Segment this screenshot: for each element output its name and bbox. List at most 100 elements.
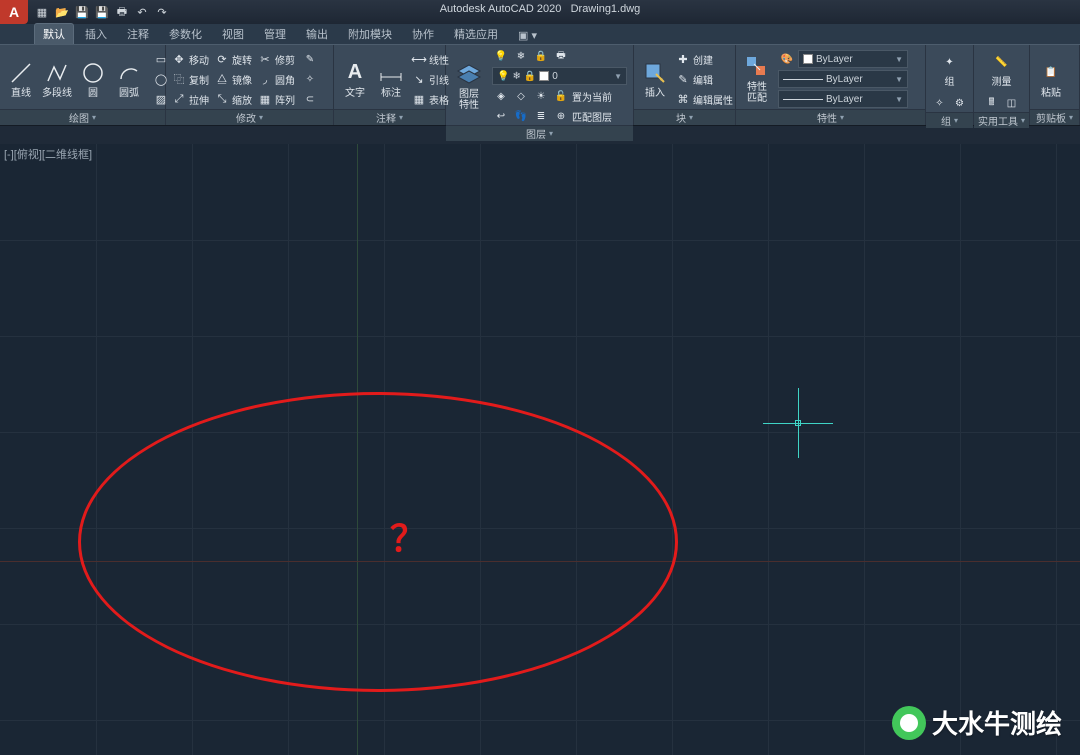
ribbon: 直线 多段线 圆 圆弧 ▭ ◯ ▨ 绘图 ✥移 — [0, 44, 1080, 126]
linear-icon: ⟷ — [412, 52, 426, 66]
color-combo[interactable]: ByLayer▼ — [798, 50, 908, 68]
polyline-button[interactable]: 多段线 — [42, 60, 72, 99]
layer-iso-icon[interactable]: ◈ — [492, 87, 510, 105]
copy-icon: ⿻ — [172, 72, 186, 86]
viewport-label[interactable]: [-][俯视][二维线框] — [4, 146, 92, 162]
fillet-button[interactable]: ◞圆角 — [258, 70, 295, 88]
layer-plot-icon[interactable]: 🖶 — [552, 47, 570, 65]
block-create-button[interactable]: ✚创建 — [676, 50, 733, 68]
trim-icon: ✂ — [258, 52, 272, 66]
layer-merge-icon[interactable]: ⊕ — [552, 107, 570, 125]
panel-props-title[interactable]: 特性 — [736, 109, 925, 125]
tab-view[interactable]: 视图 — [213, 23, 253, 44]
tab-default[interactable]: 默认 — [34, 23, 74, 44]
open-icon[interactable]: 📂 — [54, 4, 70, 20]
table-button[interactable]: ▦表格 — [412, 90, 449, 108]
panel-block-title[interactable]: 块 — [634, 109, 735, 125]
saveas-icon[interactable]: 💾 — [94, 4, 110, 20]
panel-modify-title[interactable]: 修改 — [166, 109, 333, 125]
plot-icon[interactable]: 🖶 — [114, 4, 130, 20]
layers-icon — [456, 61, 482, 87]
create-icon: ✚ — [676, 52, 690, 66]
dimension-button[interactable]: 标注 — [376, 60, 406, 99]
block-edit-button[interactable]: ✎编辑 — [676, 70, 733, 88]
app-logo[interactable]: A — [0, 0, 28, 24]
circle-button[interactable]: 圆 — [78, 60, 108, 99]
line-button[interactable]: 直线 — [6, 60, 36, 99]
block-insert-button[interactable]: 插入 — [640, 60, 670, 99]
tab-output[interactable]: 输出 — [297, 23, 337, 44]
tab-featured[interactable]: 精选应用 — [445, 23, 507, 44]
trim-button[interactable]: ✂修剪 — [258, 50, 295, 68]
layer-unlock-icon[interactable]: 🔓 — [552, 87, 570, 105]
annotation-question-mark: ？ — [390, 510, 426, 562]
match-layer-button[interactable]: 匹配图层 — [572, 107, 612, 125]
layer-freeze-icon[interactable]: ❄ — [512, 47, 530, 65]
tab-parametric[interactable]: 参数化 — [160, 23, 211, 44]
group-button[interactable]: ✦ 组 — [935, 49, 965, 88]
text-button[interactable]: A 文字 — [340, 60, 370, 99]
app-name: Autodesk AutoCAD 2020 — [440, 3, 562, 15]
panel-draw: 直线 多段线 圆 圆弧 ▭ ◯ ▨ 绘图 — [0, 45, 166, 125]
save-icon[interactable]: 💾 — [74, 4, 90, 20]
table-icon: ▦ — [412, 92, 426, 106]
paste-button[interactable]: 📋 粘贴 — [1036, 60, 1066, 99]
tab-annotate[interactable]: 注释 — [118, 23, 158, 44]
panel-clip-title[interactable]: 剪贴板 — [1030, 109, 1079, 125]
layer-combo[interactable]: 💡❄🔒0 ▼ — [492, 67, 627, 85]
panel-draw-title[interactable]: 绘图 — [0, 109, 165, 125]
leader-button[interactable]: ↘引线 — [412, 70, 449, 88]
layer-prev-icon[interactable]: ↩ — [492, 107, 510, 125]
tab-manage[interactable]: 管理 — [255, 23, 295, 44]
tab-addins[interactable]: 附加模块 — [339, 23, 401, 44]
layer-off-icon[interactable]: ◇ — [512, 87, 530, 105]
panel-layers: 图层 特性 💡 ❄ 🔒 🖶 💡❄🔒0 ▼ ◈ ◇ — [446, 45, 634, 125]
move-button[interactable]: ✥移动 — [172, 50, 209, 68]
redo-icon[interactable]: ↷ — [154, 4, 170, 20]
block-attr-button[interactable]: ⌘编辑属性 — [676, 90, 733, 108]
arc-button[interactable]: 圆弧 — [114, 60, 144, 99]
copy-button[interactable]: ⿻复制 — [172, 70, 209, 88]
rotate-button[interactable]: ⟳旋转 — [215, 50, 252, 68]
stretch-button[interactable]: ⤢拉伸 — [172, 90, 209, 108]
layer-walk-icon[interactable]: 👣 — [512, 107, 530, 125]
ungroup-icon[interactable]: ✧ — [931, 94, 949, 112]
scale-button[interactable]: ⤡缩放 — [215, 90, 252, 108]
group-edit-icon[interactable]: ⚙ — [951, 94, 969, 112]
panel-annot-title[interactable]: 注释 — [334, 109, 445, 125]
tab-collab[interactable]: 协作 — [403, 23, 443, 44]
title-bar: A ▦ 📂 💾 💾 🖶 ↶ ↷ Autodesk AutoCAD 2020 Dr… — [0, 0, 1080, 24]
explode-icon[interactable]: ✧ — [301, 70, 319, 88]
drawing-canvas[interactable]: [-][俯视][二维线框] // grid will be drawn belo… — [0, 144, 1080, 755]
layer-state-icon[interactable]: ≣ — [532, 107, 550, 125]
polyline-icon — [44, 60, 70, 86]
panel-layers-title[interactable]: 图层 — [446, 125, 633, 141]
offset-icon[interactable]: ⊂ — [301, 90, 319, 108]
linetype-combo[interactable]: ByLayer▼ — [778, 90, 908, 108]
layer-props-button[interactable]: 图层 特性 — [452, 61, 486, 111]
stretch-icon: ⤢ — [172, 92, 186, 106]
undo-icon[interactable]: ↶ — [134, 4, 150, 20]
measure-button[interactable]: 📏 测量 — [987, 49, 1017, 88]
tab-insert[interactable]: 插入 — [76, 23, 116, 44]
panel-util-title[interactable]: 实用工具 — [974, 112, 1029, 128]
circle-icon — [80, 60, 106, 86]
layer-on-icon[interactable]: 💡 — [492, 47, 510, 65]
tab-extra-icon[interactable]: ▣ ▾ — [509, 26, 546, 44]
array-button[interactable]: ▦阵列 — [258, 90, 295, 108]
panel-group-title[interactable]: 组 — [926, 112, 973, 128]
layer-thaw-icon[interactable]: ☀ — [532, 87, 550, 105]
select-icon[interactable]: ◫ — [1003, 94, 1021, 112]
dimension-icon — [378, 60, 404, 86]
block-insert-icon — [642, 60, 668, 86]
calc-icon[interactable]: 🖩 — [983, 94, 1001, 112]
linear-dim-button[interactable]: ⟷线性 — [412, 50, 449, 68]
erase-icon[interactable]: ✎ — [301, 50, 319, 68]
lineweight-combo[interactable]: ByLayer▼ — [778, 70, 908, 88]
layer-lock-icon[interactable]: 🔒 — [532, 47, 550, 65]
set-current-button[interactable]: 置为当前 — [572, 87, 612, 105]
mirror-button[interactable]: ⧋镜像 — [215, 70, 252, 88]
new-icon[interactable]: ▦ — [34, 4, 50, 20]
match-props-button[interactable]: 特性 匹配 — [742, 54, 772, 104]
color-icon[interactable]: 🎨 — [778, 50, 796, 68]
